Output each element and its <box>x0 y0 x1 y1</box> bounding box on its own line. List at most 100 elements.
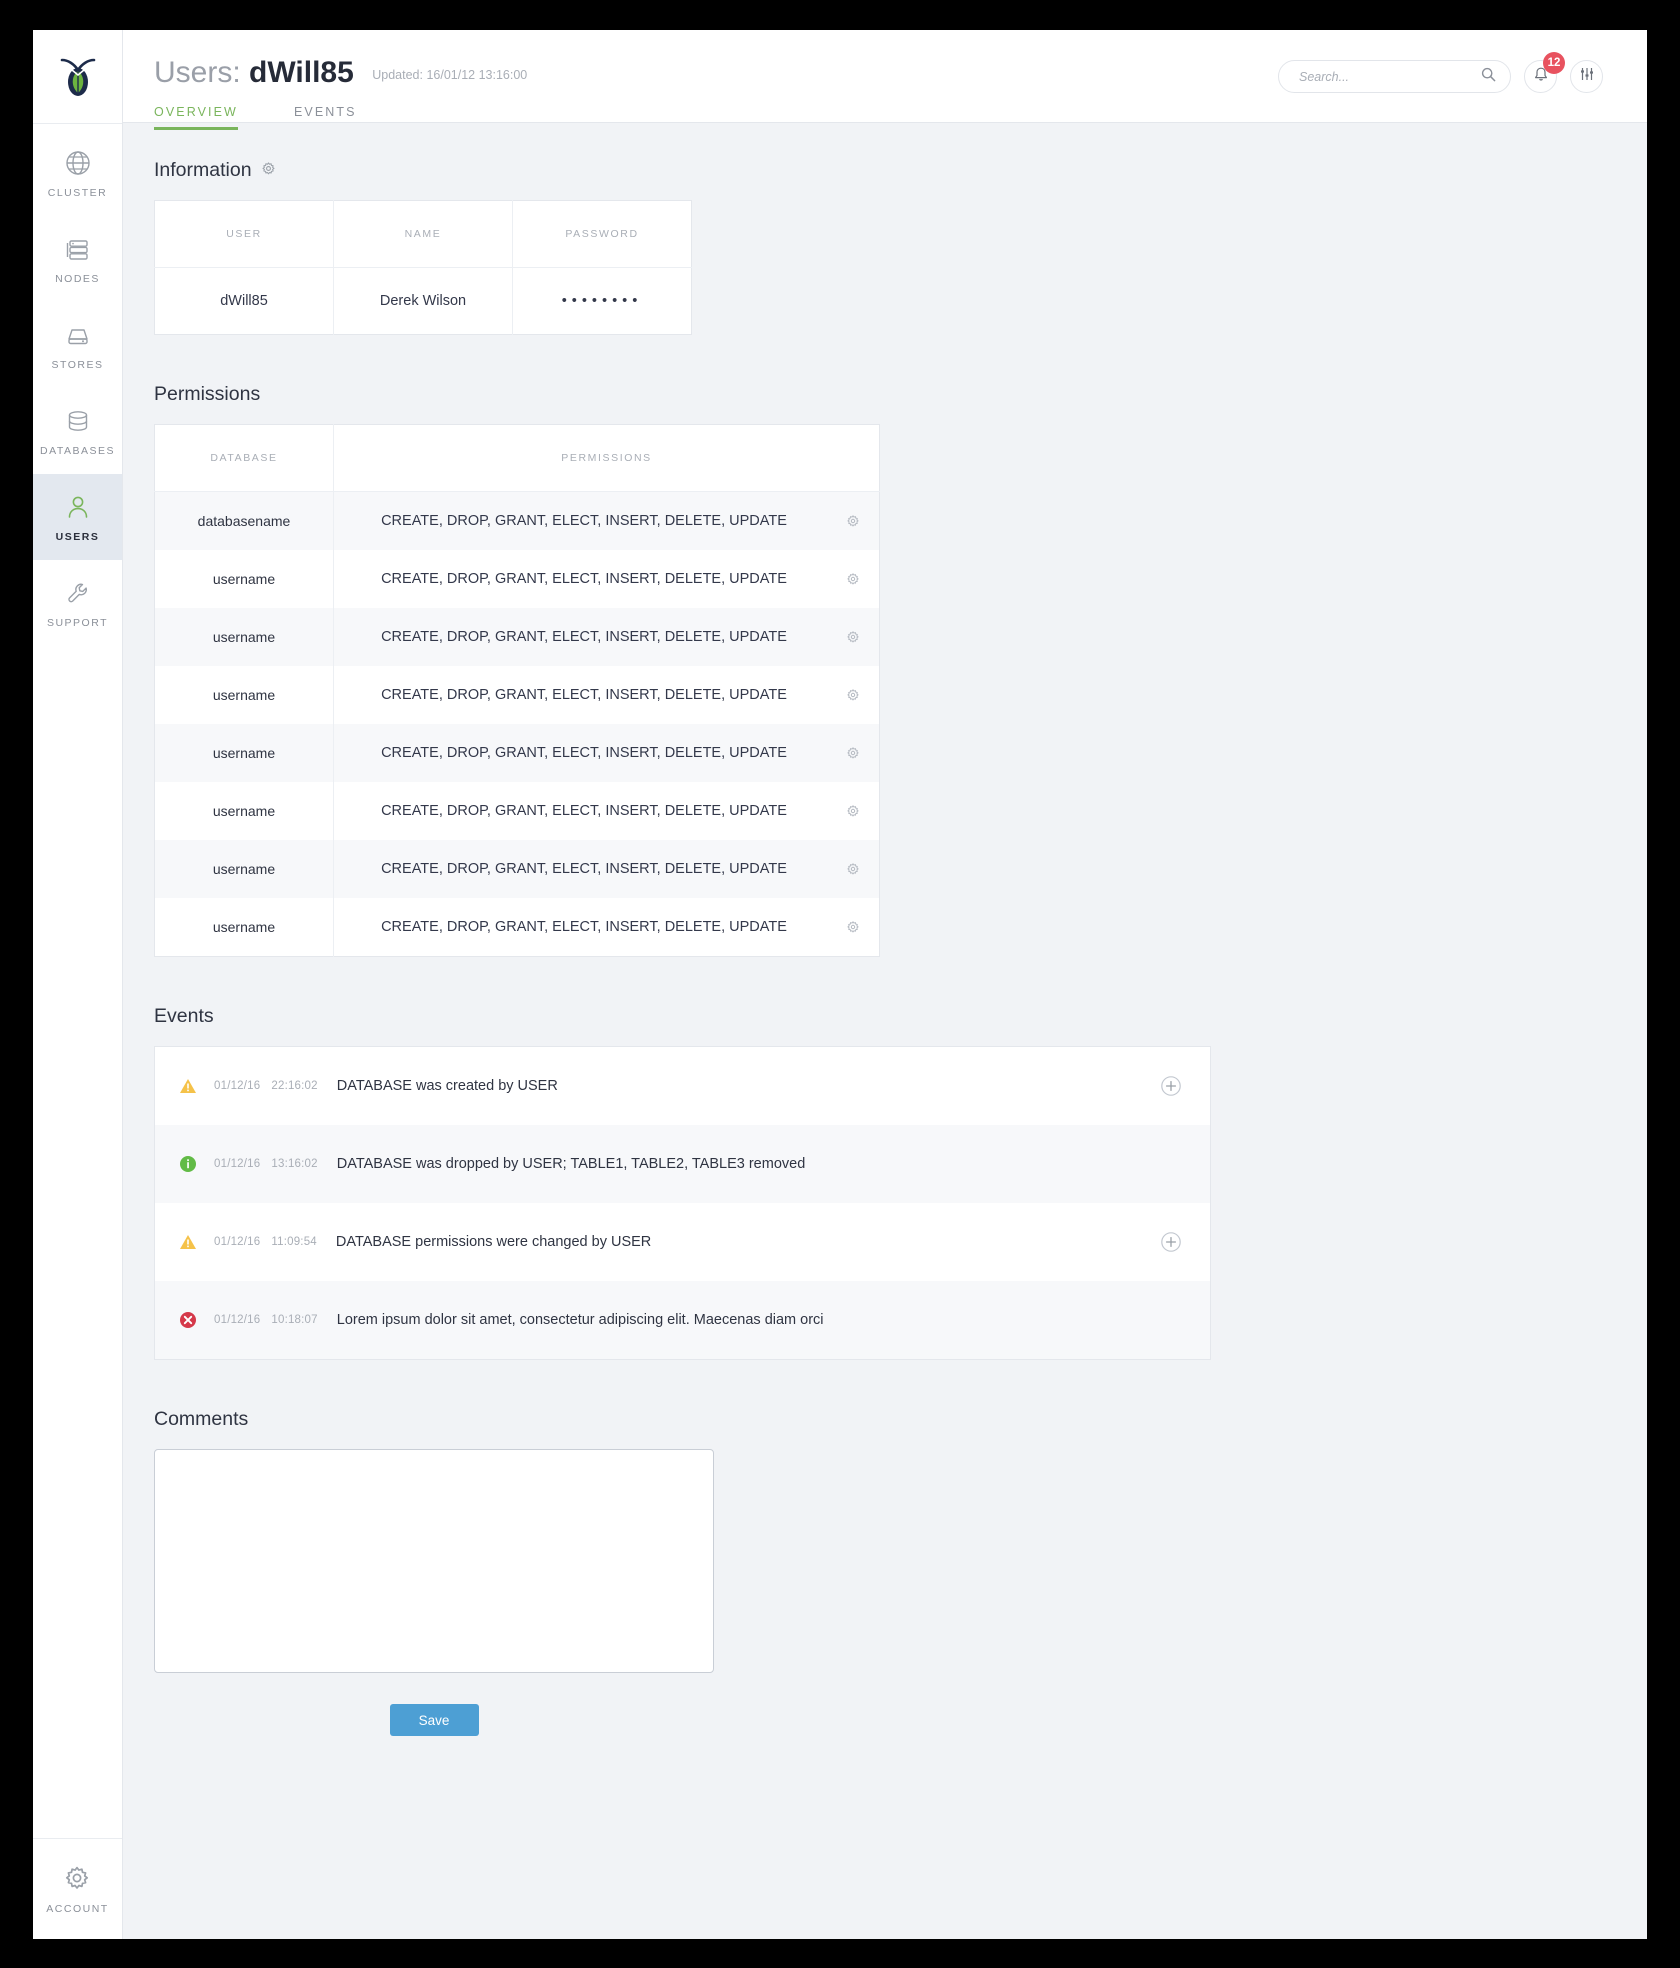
permissions-text: CREATE, DROP, GRANT, ELECT, INSERT, DELE… <box>381 629 787 645</box>
information-title-text: Information <box>154 159 252 181</box>
permissions-text: CREATE, DROP, GRANT, ELECT, INSERT, DELE… <box>381 919 787 935</box>
cell-user: dWill85 <box>154 267 334 335</box>
cell-permissions: CREATE, DROP, GRANT, ELECT, INSERT, DELE… <box>334 724 880 782</box>
column-header-database: DATABASE <box>154 424 334 492</box>
plus-circle-icon[interactable] <box>1160 1231 1182 1253</box>
permissions-text: CREATE, DROP, GRANT, ELECT, INSERT, DELE… <box>381 513 787 529</box>
sidebar-item-label: ACCOUNT <box>46 1902 109 1915</box>
column-header-permissions: PERMISSIONS <box>333 424 880 492</box>
gear-icon[interactable] <box>846 572 860 586</box>
sidebar-item-support[interactable]: SUPPORT <box>33 560 122 646</box>
event-date: 01/12/16 <box>214 1314 261 1326</box>
cell-database: username <box>154 550 334 608</box>
search-icon <box>1481 67 1496 87</box>
sidebar-item-stores[interactable]: STORES <box>33 302 122 388</box>
sidebar-nav: CLUSTER NODES STORES DATABASES USERS SUP… <box>33 124 122 646</box>
comments-section-title: Comments <box>154 1408 249 1430</box>
sidebar-item-cluster[interactable]: CLUSTER <box>33 130 122 216</box>
cell-database: databasename <box>154 491 334 550</box>
cell-permissions: CREATE, DROP, GRANT, ELECT, INSERT, DELE… <box>334 550 880 608</box>
sidebar: CLUSTER NODES STORES DATABASES USERS SUP… <box>33 30 123 1939</box>
main-area: Users: dWill85 Updated: 16/01/12 13:16:0… <box>123 30 1647 1939</box>
table-row: username CREATE, DROP, GRANT, ELECT, INSE… <box>154 666 880 724</box>
event-row: 01/12/16 13:16:02 DATABASE was dropped by … <box>155 1125 1210 1203</box>
page-title: Users: dWill85 <box>154 58 354 88</box>
event-time: 10:18:07 <box>271 1314 318 1326</box>
sidebar-item-databases[interactable]: DATABASES <box>33 388 122 474</box>
gear-icon[interactable] <box>846 688 860 702</box>
sidebar-item-account[interactable]: ACCOUNT <box>33 1838 122 1939</box>
save-row: Save <box>154 1704 714 1736</box>
permissions-table-body: databasename CREATE, DROP, GRANT, ELECT, … <box>154 491 880 957</box>
tab-overview[interactable]: OVERVIEW <box>154 105 238 130</box>
plus-circle-icon[interactable] <box>1160 1075 1182 1097</box>
gear-icon[interactable] <box>261 159 276 182</box>
event-message: DATABASE was created by USER <box>336 1078 558 1094</box>
gear-icon[interactable] <box>846 630 860 644</box>
page-title-value: dWill85 <box>249 56 354 89</box>
warning-triangle-icon <box>177 1233 199 1251</box>
wrench-icon <box>63 578 93 608</box>
cell-permissions: CREATE, DROP, GRANT, ELECT, INSERT, DELE… <box>334 782 880 840</box>
search-input[interactable] <box>1297 68 1481 85</box>
cell-database: username <box>154 666 334 724</box>
cell-name: Derek Wilson <box>333 267 513 335</box>
page-title-row: Users: dWill85 Updated: 16/01/12 13:16:0… <box>154 58 527 88</box>
sidebar-item-users[interactable]: USERS <box>33 474 122 560</box>
gear-icon[interactable] <box>846 862 860 876</box>
drive-icon <box>63 320 93 350</box>
updated-timestamp: Updated: 16/01/12 13:16:00 <box>372 68 528 82</box>
tab-events[interactable]: EVENTS <box>294 105 357 130</box>
table-header-row: USER NAME PASSWORD <box>154 200 692 268</box>
event-date: 01/12/16 <box>214 1080 261 1092</box>
permissions-text: CREATE, DROP, GRANT, ELECT, INSERT, DELE… <box>381 571 787 587</box>
cell-permissions: CREATE, DROP, GRANT, ELECT, INSERT, DELE… <box>334 666 880 724</box>
search-box[interactable] <box>1278 60 1511 93</box>
database-icon <box>63 406 93 436</box>
cell-database: username <box>154 898 334 957</box>
gear-icon[interactable] <box>846 920 860 934</box>
permissions-text: CREATE, DROP, GRANT, ELECT, INSERT, DELE… <box>381 803 787 819</box>
header-left: Users: dWill85 Updated: 16/01/12 13:16:0… <box>154 30 527 130</box>
gear-icon[interactable] <box>846 514 860 528</box>
gear-icon[interactable] <box>846 804 860 818</box>
cell-database: username <box>154 782 334 840</box>
table-row: username CREATE, DROP, GRANT, ELECT, INSE… <box>154 782 880 840</box>
event-time: 13:16:02 <box>271 1158 318 1170</box>
page-title-prefix: Users: <box>154 56 241 89</box>
event-row: 01/12/16 10:18:07 Lorem ipsum dolor sit am… <box>155 1281 1210 1359</box>
comments-input[interactable] <box>154 1449 714 1673</box>
cell-permissions: CREATE, DROP, GRANT, ELECT, INSERT, DELE… <box>334 840 880 898</box>
tab-bar: OVERVIEW EVENTS <box>154 105 527 130</box>
event-date: 01/12/16 <box>214 1236 261 1248</box>
table-row: username CREATE, DROP, GRANT, ELECT, INSE… <box>154 898 880 957</box>
table-row: username CREATE, DROP, GRANT, ELECT, INSE… <box>154 724 880 782</box>
info-circle-icon <box>177 1155 199 1173</box>
app-window: CLUSTER NODES STORES DATABASES USERS SUP… <box>33 30 1647 1939</box>
event-date: 01/12/16 <box>214 1158 261 1170</box>
settings-button[interactable] <box>1570 60 1603 93</box>
sidebar-item-nodes[interactable]: NODES <box>33 216 122 302</box>
table-row: username CREATE, DROP, GRANT, ELECT, INSE… <box>154 840 880 898</box>
sidebar-item-label: USERS <box>55 530 100 543</box>
cell-password: •••••••• <box>561 293 643 309</box>
permissions-text: CREATE, DROP, GRANT, ELECT, INSERT, DELE… <box>381 861 787 877</box>
save-button[interactable]: Save <box>389 1704 479 1736</box>
sidebar-item-label: SUPPORT <box>46 616 109 629</box>
cell-database: username <box>154 840 334 898</box>
permissions-table: DATABASE PERMISSIONS databasename CREATE,… <box>154 424 880 957</box>
column-header-password: PASSWORD <box>512 200 692 268</box>
sidebar-item-label: DATABASES <box>40 444 115 457</box>
event-message: Lorem ipsum dolor sit amet, consectetur … <box>336 1312 824 1328</box>
column-header-user: USER <box>154 200 334 268</box>
warning-triangle-icon <box>177 1077 199 1095</box>
app-logo[interactable] <box>33 30 122 124</box>
event-row: 01/12/16 22:16:02 DATABASE was created by … <box>155 1047 1210 1125</box>
notifications-button[interactable]: 12 <box>1524 52 1565 93</box>
gear-icon[interactable] <box>846 746 860 760</box>
permissions-section-title: Permissions <box>154 383 261 405</box>
user-icon <box>63 492 93 522</box>
permissions-text: CREATE, DROP, GRANT, ELECT, INSERT, DELE… <box>381 745 787 761</box>
information-table: USER NAME PASSWORD dWill85 Derek Wilson … <box>154 200 692 335</box>
events-section-title: Events <box>154 1005 214 1027</box>
